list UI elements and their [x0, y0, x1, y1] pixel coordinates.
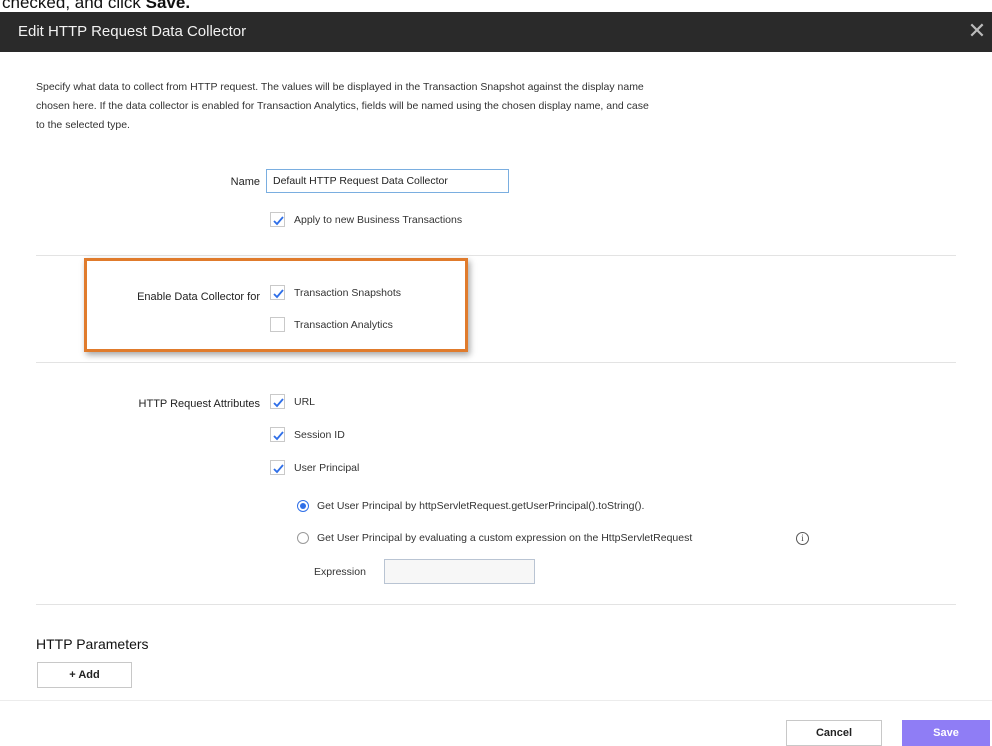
- principal-tostring-radio[interactable]: [297, 500, 309, 512]
- checkmark-icon: [273, 289, 284, 299]
- session-id-checkbox[interactable]: [270, 427, 285, 442]
- caption-strip: checked, and click Save.: [0, 0, 992, 12]
- principal-custom-label: Get User Principal by evaluating a custo…: [317, 532, 693, 544]
- transaction-snapshots-checkbox[interactable]: [270, 285, 285, 300]
- transaction-analytics-label: Transaction Analytics: [294, 319, 393, 331]
- name-label: Name: [230, 176, 260, 188]
- transaction-snapshots-label: Transaction Snapshots: [294, 287, 402, 299]
- apply-new-bt-checkbox[interactable]: [270, 212, 285, 227]
- expression-label: Expression: [314, 566, 366, 578]
- section-divider: [36, 255, 956, 256]
- url-checkbox[interactable]: [270, 394, 285, 409]
- checkmark-icon: [273, 216, 284, 226]
- session-id-label: Session ID: [294, 429, 345, 441]
- save-button[interactable]: Save: [902, 720, 990, 746]
- transaction-analytics-checkbox[interactable]: [270, 317, 285, 332]
- dialog-description: Specify what data to collect from HTTP r…: [36, 81, 649, 131]
- request-attributes-label: HTTP Request Attributes: [138, 398, 260, 410]
- cancel-button[interactable]: Cancel: [786, 720, 882, 746]
- info-icon[interactable]: i: [796, 532, 809, 545]
- section-divider: [36, 362, 956, 363]
- close-icon[interactable]: ✕: [964, 17, 990, 45]
- checkmark-icon: [273, 431, 284, 441]
- user-principal-label: User Principal: [294, 462, 360, 474]
- footer-divider: [0, 700, 992, 701]
- dialog-title: Edit HTTP Request Data Collector: [18, 23, 247, 40]
- apply-new-bt-label: Apply to new Business Transactions: [294, 214, 463, 226]
- caption-text: checked, and click Save.: [2, 0, 190, 12]
- principal-custom-radio[interactable]: [297, 532, 309, 544]
- principal-tostring-label: Get User Principal by httpServletRequest…: [317, 500, 645, 512]
- expression-input[interactable]: [384, 559, 535, 584]
- http-parameters-title: HTTP Parameters: [36, 636, 149, 652]
- checkmark-icon: [273, 464, 284, 474]
- url-label: URL: [294, 396, 316, 408]
- name-input[interactable]: [266, 169, 509, 193]
- dialog-title-bar: Edit HTTP Request Data Collector ✕: [0, 12, 992, 52]
- enable-for-label: Enable Data Collector for: [137, 291, 260, 303]
- caption-bold: Save.: [145, 0, 191, 12]
- add-parameter-button[interactable]: + Add: [37, 662, 132, 688]
- user-principal-checkbox[interactable]: [270, 460, 285, 475]
- callout-highlight-box: [84, 258, 468, 352]
- section-divider: [36, 604, 956, 605]
- checkmark-icon: [273, 398, 284, 408]
